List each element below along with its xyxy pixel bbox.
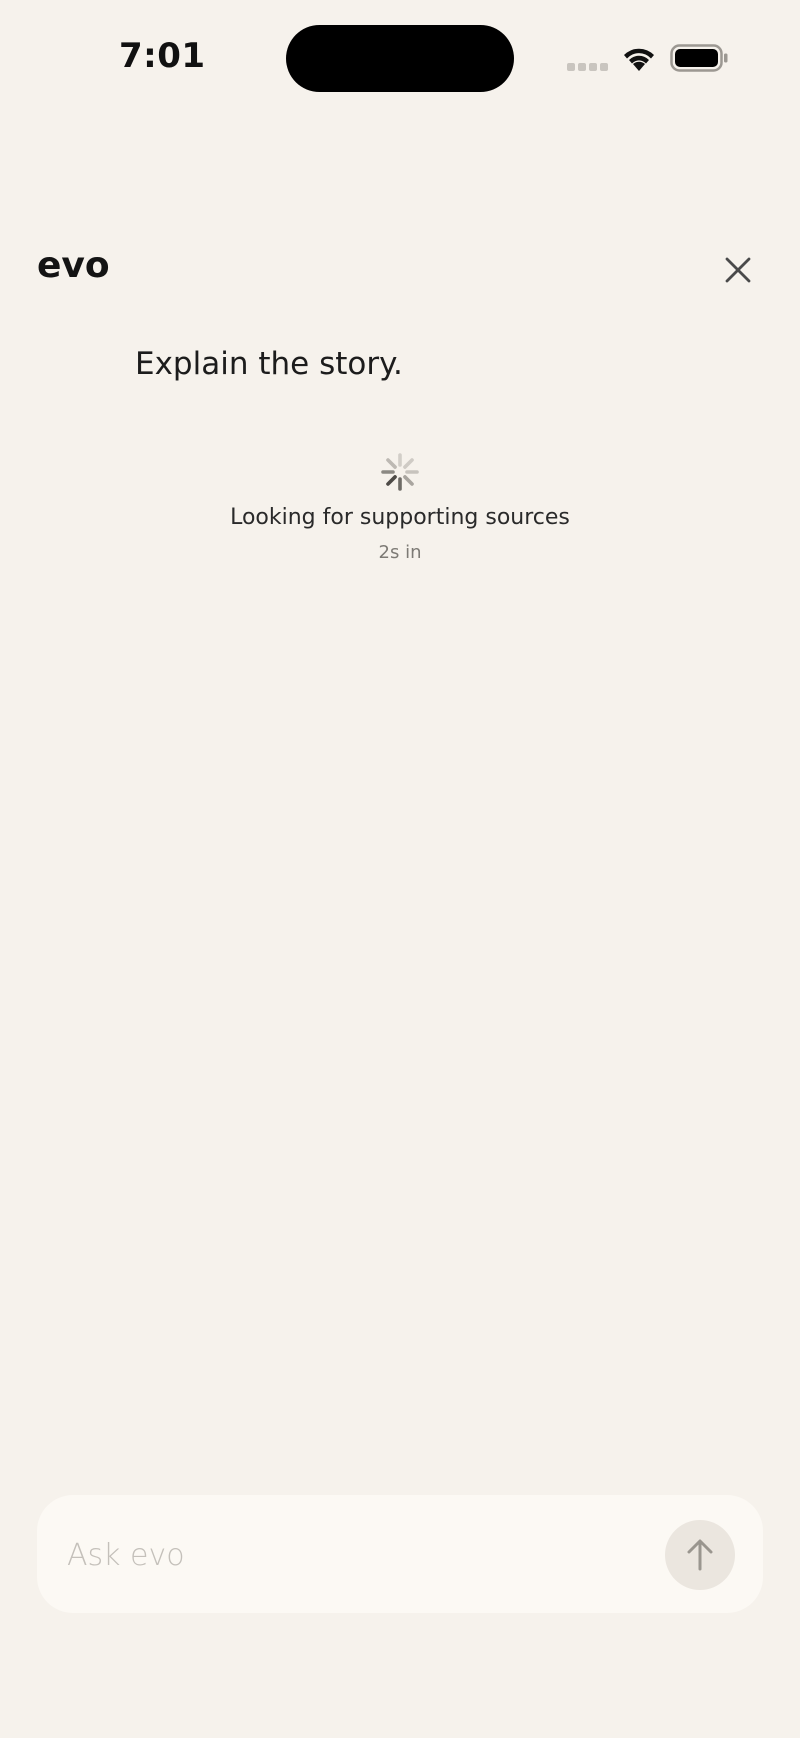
send-button[interactable]	[665, 1520, 735, 1590]
arrow-up-icon	[687, 1539, 713, 1571]
battery-icon	[670, 44, 728, 72]
cellular-signal-icon	[567, 63, 608, 71]
app-title: evo	[37, 245, 110, 286]
search-status-text: Looking for supporting sources	[230, 505, 570, 530]
status-time: 7:01	[119, 36, 206, 76]
composer	[37, 1495, 763, 1613]
screen: 7:01 evo Explain the story. Looking for …	[0, 0, 800, 1738]
elapsed-time-text: 2s in	[378, 542, 422, 563]
wifi-icon	[624, 48, 654, 71]
close-icon[interactable]	[722, 254, 754, 286]
user-message: Explain the story.	[135, 346, 403, 382]
ask-input[interactable]	[65, 1525, 629, 1585]
dynamic-island	[286, 25, 514, 92]
spinner-icon	[381, 453, 419, 491]
